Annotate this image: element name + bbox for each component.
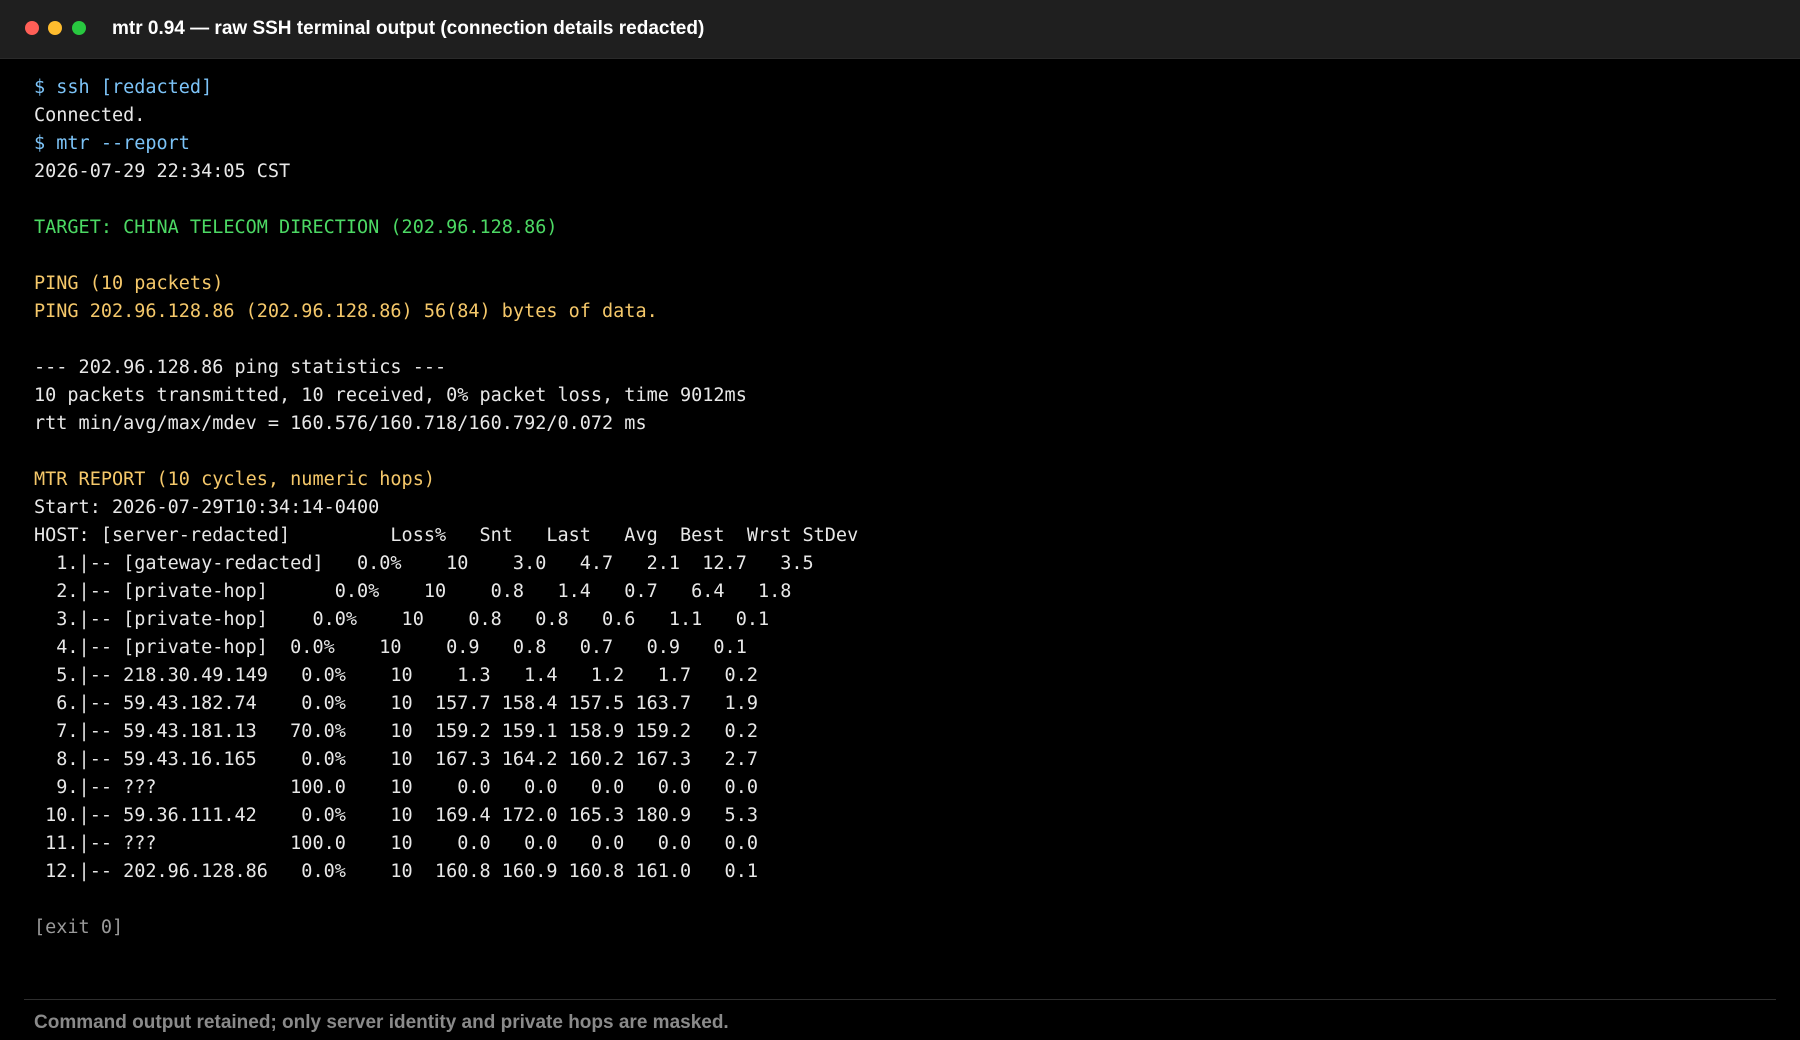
title-bar: mtr 0.94 — raw SSH terminal output (conn… — [0, 0, 1800, 59]
terminal-line: 3.|-- [private-hop] 0.0% 10 0.8 0.8 0.6 … — [34, 609, 770, 630]
terminal-line: 6.|-- 59.43.182.74 0.0% 10 157.7 158.4 1… — [34, 693, 758, 714]
terminal-line: 4.|-- [private-hop] 0.0% 10 0.9 0.8 0.7 … — [34, 637, 747, 658]
terminal-line: $ ssh [redacted] — [34, 77, 213, 98]
footer-note: Command output retained; only server ide… — [34, 1012, 729, 1033]
terminal-line: [exit 0] — [34, 917, 124, 938]
terminal-line: 7.|-- 59.43.181.13 70.0% 10 159.2 159.1 … — [34, 721, 758, 742]
terminal-line: 10.|-- 59.36.111.42 0.0% 10 169.4 172.0 … — [34, 805, 758, 826]
terminal-line: --- 202.96.128.86 ping statistics --- — [34, 357, 447, 378]
terminal-line: 12.|-- 202.96.128.86 0.0% 10 160.8 160.9… — [34, 861, 758, 882]
terminal-line: TARGET: CHINA TELECOM DIRECTION (202.96.… — [34, 217, 558, 238]
terminal-line: 11.|-- ??? 100.0 10 0.0 0.0 0.0 0.0 0.0 — [34, 833, 758, 854]
terminal-line: Start: 2026-07-29T10:34:14-0400 — [34, 497, 380, 518]
zoom-button[interactable] — [72, 21, 86, 35]
terminal-line: 1.|-- [gateway-redacted] 0.0% 10 3.0 4.7… — [34, 553, 814, 574]
terminal-window: mtr 0.94 — raw SSH terminal output (conn… — [0, 0, 1800, 1040]
close-button[interactable] — [25, 21, 39, 35]
window-title: mtr 0.94 — raw SSH terminal output (conn… — [112, 18, 705, 39]
terminal-line: HOST: [server-redacted] Loss% Snt Last A… — [34, 525, 859, 546]
terminal-line: PING (10 packets) — [34, 273, 224, 294]
terminal-line: rtt min/avg/max/mdev = 160.576/160.718/1… — [34, 413, 647, 434]
terminal-line: $ mtr --report — [34, 133, 190, 154]
terminal-line: 2026-07-29 22:34:05 CST — [34, 161, 291, 182]
terminal-output[interactable]: $ ssh [redacted] Connected. $ mtr --report… — [34, 74, 1774, 942]
terminal-line: PING 202.96.128.86 (202.96.128.86) 56(84… — [34, 301, 658, 322]
terminal-line: 5.|-- 218.30.49.149 0.0% 10 1.3 1.4 1.2 … — [34, 665, 758, 686]
terminal-line: 10 packets transmitted, 10 received, 0% … — [34, 385, 747, 406]
terminal-line: 2.|-- [private-hop] 0.0% 10 0.8 1.4 0.7 … — [34, 581, 792, 602]
footer-divider — [24, 999, 1776, 1000]
terminal-line: 8.|-- 59.43.16.165 0.0% 10 167.3 164.2 1… — [34, 749, 758, 770]
terminal-line: 9.|-- ??? 100.0 10 0.0 0.0 0.0 0.0 0.0 — [34, 777, 758, 798]
terminal-line: MTR REPORT (10 cycles, numeric hops) — [34, 469, 435, 490]
minimize-button[interactable] — [48, 21, 62, 35]
terminal-line: Connected. — [34, 105, 146, 126]
